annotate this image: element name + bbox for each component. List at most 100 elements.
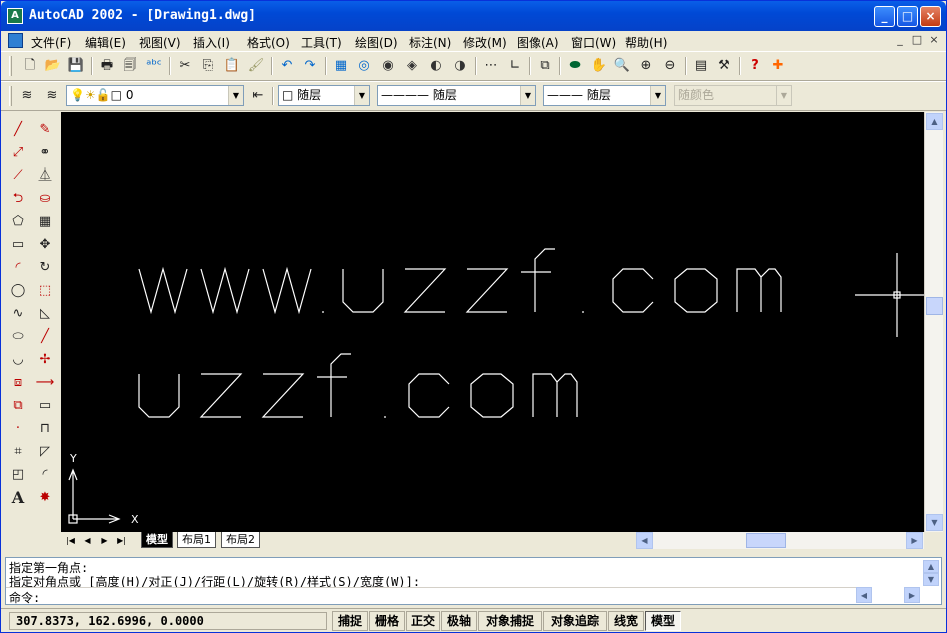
zoom-previous-icon[interactable]: ⊖ [661, 57, 679, 75]
menu-dimension[interactable]: 标注(N) [409, 34, 451, 51]
line-icon[interactable]: ╱ [7, 120, 29, 140]
scroll-left-icon[interactable]: ◀ [856, 587, 872, 603]
open-file-icon[interactable]: 📂 [44, 57, 62, 75]
maximize-button[interactable]: □ [897, 6, 918, 27]
otrack-toggle[interactable]: 对象追踪 [543, 611, 607, 631]
web-browse-icon[interactable]: ◉ [379, 57, 397, 75]
menu-edit[interactable]: 编辑(E) [85, 34, 126, 51]
trim-icon[interactable]: ✢ [34, 350, 56, 370]
chevron-down-icon[interactable]: ▼ [520, 86, 535, 105]
document-icon[interactable] [8, 33, 23, 48]
scroll-up-icon[interactable]: ▲ [926, 113, 943, 130]
menu-view[interactable]: 视图(V) [139, 34, 181, 51]
color-dropdown[interactable]: □ 随层 ▼ [278, 85, 370, 106]
array-icon[interactable]: ▦ [34, 212, 56, 232]
ucs-icon[interactable]: ∟ [506, 57, 524, 75]
spell-check-icon[interactable]: ᵃᵇᶜ [145, 57, 163, 75]
cut-icon[interactable]: ✂ [176, 57, 194, 75]
horizontal-scroll-thumb[interactable] [746, 533, 786, 548]
last-tab-icon[interactable]: ▶| [114, 533, 129, 548]
chamfer-icon[interactable]: ◸ [34, 442, 56, 462]
help-icon[interactable]: ? [746, 57, 764, 75]
scroll-left-icon[interactable]: ◀ [636, 532, 653, 549]
object-snap-icon[interactable]: ⋯ [482, 57, 500, 75]
command-window[interactable]: 指定第一角点: 指定对角点或 [高度(H)/对正(J)/行距(L)/旋转(R)/… [5, 557, 942, 605]
lineweight-toggle[interactable]: 线宽 [608, 611, 644, 631]
print-icon[interactable]: 🖶 [98, 57, 116, 75]
paste-icon[interactable]: 📋 [223, 57, 241, 75]
tab-model[interactable]: 模型 [141, 532, 173, 548]
linetype-dropdown[interactable]: ———— 随层 ▼ [377, 85, 536, 106]
today-icon[interactable]: ◎ [355, 57, 373, 75]
extend-icon[interactable]: ⟶ [34, 373, 56, 393]
menu-insert[interactable]: 插入(I) [193, 34, 230, 51]
match-properties-icon[interactable]: 🖌 [247, 57, 265, 75]
chevron-down-icon[interactable]: ▼ [650, 86, 665, 105]
lineweight-dropdown[interactable]: ——— 随层 ▼ [543, 85, 666, 106]
menu-format[interactable]: 格式(O) [247, 34, 290, 51]
ellipse-arc-icon[interactable]: ◡ [7, 350, 29, 370]
save-icon[interactable]: 💾 [67, 57, 85, 75]
polyline-icon[interactable]: ⟋ [7, 166, 29, 186]
copy-icon[interactable]: ⎘ [199, 57, 217, 75]
previous-layer-icon[interactable]: ⇤ [249, 87, 267, 105]
3d-orbit-icon[interactable]: ⬬ [566, 57, 584, 75]
publish-web-icon[interactable]: ◈ [403, 57, 421, 75]
hatch-icon[interactable]: ⌗ [7, 442, 29, 462]
scroll-down-icon[interactable]: ▼ [926, 514, 943, 531]
menu-file[interactable]: 文件(F) [31, 34, 71, 51]
design-center-icon[interactable]: ▦ [332, 57, 350, 75]
scroll-right-icon[interactable]: ▶ [904, 587, 920, 603]
minimize-button[interactable]: _ [874, 6, 895, 27]
point-icon[interactable]: · [7, 419, 29, 439]
lengthen-icon[interactable]: ╱ [34, 327, 56, 347]
erase-icon[interactable]: ✎ [34, 120, 56, 140]
print-preview-icon[interactable]: 🗐 [121, 57, 139, 75]
make-block-icon[interactable]: ⧉ [7, 396, 29, 416]
menu-draw[interactable]: 绘图(D) [355, 34, 398, 51]
tab-layout1[interactable]: 布局1 [177, 532, 216, 548]
scroll-right-icon[interactable]: ▶ [906, 532, 923, 549]
move-icon[interactable]: ✥ [34, 235, 56, 255]
osnap-toggle[interactable]: 对象捕捉 [478, 611, 542, 631]
scale-icon[interactable]: ⬚ [34, 281, 56, 301]
region-icon[interactable]: ◰ [7, 465, 29, 485]
snap-toggle[interactable]: 捕捉 [332, 611, 368, 631]
scroll-down-icon[interactable]: ▼ [923, 573, 939, 586]
mdi-close-button[interactable]: × [927, 34, 941, 47]
first-tab-icon[interactable]: |◀ [63, 533, 78, 548]
polygon-icon[interactable]: ⮌ [7, 189, 29, 209]
close-button[interactable]: × [920, 6, 941, 27]
menu-window[interactable]: 窗口(W) [571, 34, 616, 51]
pan-realtime-icon[interactable]: ✋ [590, 57, 608, 75]
multiline-text-icon[interactable]: A [7, 488, 29, 508]
title-bar[interactable]: A AutoCAD 2002 - [Drawing1.dwg] _ □ × [1, 1, 946, 31]
named-views-icon[interactable]: ⧉ [536, 57, 554, 75]
properties-icon[interactable]: ▤ [692, 57, 710, 75]
construction-line-icon[interactable]: ⤢ [7, 143, 29, 163]
undo-icon[interactable]: ↶ [278, 57, 296, 75]
insert-block-icon[interactable]: ⧈ [7, 373, 29, 393]
arc-icon[interactable]: ◜ [7, 258, 29, 278]
insert-hyperlink-icon[interactable]: ◐ [427, 57, 445, 75]
menu-modify[interactable]: 修改(M) [463, 34, 507, 51]
adcenter-icon[interactable]: ⚒ [715, 57, 733, 75]
explode-icon[interactable]: ✸ [34, 488, 56, 508]
vertical-scroll-thumb[interactable] [926, 297, 943, 315]
command-input-row[interactable]: 命令: [6, 587, 856, 605]
mdi-restore-button[interactable]: □ [910, 34, 924, 47]
make-current-layer-icon[interactable]: ≋ [43, 87, 61, 105]
mdi-minimize-button[interactable]: _ [893, 34, 907, 47]
polar-toggle[interactable]: 极轴 [441, 611, 477, 631]
menu-image[interactable]: 图像(A) [517, 34, 559, 51]
ellipse-icon[interactable]: ⬭ [7, 327, 29, 347]
new-file-icon[interactable]: 🗋 [21, 57, 39, 75]
layers-icon[interactable]: ≋ [18, 87, 36, 105]
chevron-down-icon[interactable]: ▼ [228, 86, 243, 105]
circle-icon[interactable]: ◯ [7, 281, 29, 301]
stretch-icon[interactable]: ◺ [34, 304, 56, 324]
redo-icon[interactable]: ↷ [301, 57, 319, 75]
autocad-icon[interactable]: A [7, 8, 23, 24]
scroll-up-icon[interactable]: ▲ [923, 560, 939, 573]
spline-icon[interactable]: ∿ [7, 304, 29, 324]
